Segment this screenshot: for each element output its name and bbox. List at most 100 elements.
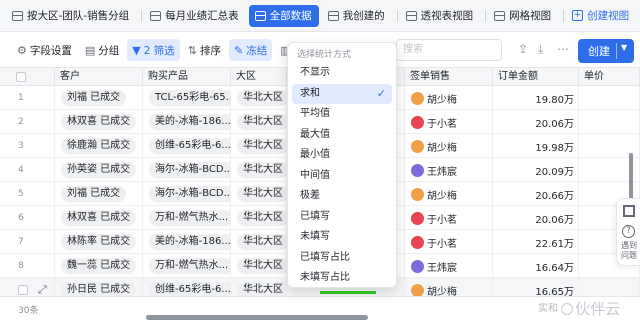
tab-view-4[interactable]: 透视表视图 bbox=[400, 5, 481, 27]
row-number[interactable]: 5 bbox=[0, 182, 55, 206]
menu-item[interactable]: 最大值 bbox=[292, 125, 392, 146]
search-input[interactable]: 搜索 bbox=[396, 39, 502, 61]
cell-sales[interactable]: 于小茗 bbox=[405, 110, 493, 134]
cell-amount[interactable]: 20.06万 bbox=[493, 206, 579, 230]
tab-view-5[interactable]: 网格视图 bbox=[488, 5, 558, 27]
download-icon[interactable]: ⤓ bbox=[538, 42, 543, 57]
cell-customer[interactable]: 林双喜 已成交 bbox=[55, 110, 143, 134]
cell-amount[interactable]: 20.09万 bbox=[493, 158, 579, 182]
cell-amount[interactable]: 16.64万 bbox=[493, 254, 579, 278]
col-header-product[interactable]: 购买产品 bbox=[143, 68, 231, 86]
more-icon[interactable]: ⋯ bbox=[557, 42, 569, 56]
menu-item[interactable]: 平均值 bbox=[292, 104, 392, 125]
row-number[interactable]: 3 bbox=[0, 134, 55, 158]
cell-sales[interactable]: 胡少梅 bbox=[405, 134, 493, 158]
tab-view-1[interactable]: 每月业绩汇总表 bbox=[144, 5, 246, 27]
region-tag: 华北大区 bbox=[237, 138, 286, 154]
sort-button[interactable]: ⇅ 排序 bbox=[183, 39, 226, 61]
menu-item[interactable]: 未填写占比 bbox=[292, 268, 392, 289]
cell-customer[interactable]: 徐鹿瀚 已成交 bbox=[55, 134, 143, 158]
cell-amount[interactable]: 20.06万 bbox=[493, 110, 579, 134]
qr-code-icon[interactable] bbox=[623, 205, 635, 217]
freeze-button[interactable]: ✎ 冻结 bbox=[229, 39, 273, 61]
cell-sales[interactable]: 于小茗 bbox=[405, 206, 493, 230]
region-tag: 华北大区 bbox=[237, 162, 286, 178]
cell-customer[interactable]: 刘福 已成交 bbox=[55, 182, 143, 206]
row-number[interactable]: 4 bbox=[0, 158, 55, 182]
cell-region[interactable]: 华北大区 bbox=[231, 254, 287, 278]
cell-product[interactable]: 美的-冰箱-186... bbox=[143, 230, 231, 254]
col-header-unit-price[interactable]: 单价 bbox=[579, 68, 640, 86]
avatar bbox=[411, 235, 424, 249]
menu-item[interactable]: 未填写 bbox=[292, 227, 392, 248]
cell-region[interactable]: 华北大区 bbox=[231, 230, 287, 254]
cell-amount[interactable]: 22.61万 bbox=[493, 230, 579, 254]
row-checkbox[interactable] bbox=[18, 285, 28, 295]
menu-item[interactable]: 已填写 bbox=[292, 207, 392, 228]
row-number-text: 2 bbox=[18, 117, 24, 127]
upload-icon[interactable]: ⇪ bbox=[518, 42, 528, 56]
cell-customer[interactable]: 林陈率 已成交 bbox=[55, 230, 143, 254]
sales-person: 胡少梅 bbox=[411, 91, 457, 106]
group-button[interactable]: ▤ 分组 bbox=[80, 39, 124, 61]
menu-item[interactable]: 极差 bbox=[292, 186, 392, 207]
row-number[interactable]: 6 bbox=[0, 206, 55, 230]
create-view-button[interactable]: + 创建视图 bbox=[566, 5, 636, 27]
cell-region[interactable]: 华北大区 bbox=[231, 86, 287, 110]
tab-view-0[interactable]: 按大区-团队-销售分组 bbox=[6, 5, 136, 27]
sales-person: 于小茗 bbox=[411, 211, 457, 226]
cell-price[interactable] bbox=[579, 110, 640, 134]
horizontal-scrollbar[interactable] bbox=[146, 315, 368, 320]
row-number[interactable]: 7 bbox=[0, 230, 55, 254]
tab-view-2[interactable]: 全部数据 bbox=[248, 4, 319, 27]
menu-item[interactable]: 求和 ✓ bbox=[292, 83, 392, 104]
cell-sales[interactable]: 王炜宸 bbox=[405, 254, 493, 278]
expand-row-icon[interactable]: ⤢ bbox=[38, 283, 47, 297]
help-icon[interactable]: ? bbox=[622, 225, 635, 238]
select-all-cell[interactable] bbox=[0, 68, 55, 86]
select-all-checkbox[interactable] bbox=[16, 72, 26, 82]
menu-item[interactable]: 已填写占比 bbox=[292, 248, 392, 269]
menu-item[interactable]: 中间值 bbox=[292, 166, 392, 187]
cell-customer[interactable]: 孙英姿 已成交 bbox=[55, 158, 143, 182]
cell-customer[interactable]: 林双喜 已成交 bbox=[55, 206, 143, 230]
cell-price[interactable] bbox=[579, 86, 640, 110]
cell-product[interactable]: TCL-65彩电-65... bbox=[143, 86, 231, 110]
cell-sales[interactable]: 胡少梅 bbox=[405, 86, 493, 110]
menu-item[interactable]: 最小值 bbox=[292, 145, 392, 166]
tab-view-3[interactable]: 我创建的 bbox=[322, 5, 392, 27]
cell-product[interactable]: 创维-65彩电-6... bbox=[143, 134, 231, 158]
filter-button[interactable]: ▼ 2 筛选 bbox=[127, 39, 180, 61]
cell-region[interactable]: 华北大区 bbox=[231, 110, 287, 134]
cell-sales[interactable]: 王炜宸 bbox=[405, 158, 493, 182]
cell-amount[interactable]: 19.98万 bbox=[493, 134, 579, 158]
cell-amount[interactable]: 19.80万 bbox=[493, 86, 579, 110]
cell-amount[interactable]: 20.66万 bbox=[493, 182, 579, 206]
create-button[interactable]: 创建 ▼ bbox=[578, 39, 634, 63]
field-settings-button[interactable]: ⚙ 字段设置 bbox=[12, 39, 77, 61]
cell-region[interactable]: 华北大区 bbox=[231, 206, 287, 230]
cell-product[interactable]: 海尔-冰箱-BCD... bbox=[143, 158, 231, 182]
cell-region[interactable]: 华北大区 bbox=[231, 134, 287, 158]
col-header-sales[interactable]: 签单销售 bbox=[405, 68, 493, 86]
cell-product[interactable]: 美的-冰箱-186... bbox=[143, 110, 231, 134]
col-header-customer[interactable]: 客户 bbox=[55, 68, 143, 86]
cell-region[interactable]: 华北大区 bbox=[231, 182, 287, 206]
cell-region[interactable]: 华北大区 bbox=[231, 158, 287, 182]
cell-customer[interactable]: 刘福 已成交 bbox=[55, 86, 143, 110]
cell-customer[interactable]: 魏一蕊 已成交 bbox=[55, 254, 143, 278]
cell-product[interactable]: 海尔-冰箱-BCD... bbox=[143, 182, 231, 206]
help-label[interactable]: 遇到问题 bbox=[619, 241, 639, 261]
cell-product[interactable]: 万和-燃气热水... bbox=[143, 206, 231, 230]
cell-sales[interactable]: 于小茗 bbox=[405, 230, 493, 254]
row-number[interactable]: 8 bbox=[0, 254, 55, 278]
menu-item[interactable]: 不显示 bbox=[292, 63, 392, 84]
col-header-region[interactable]: 大区 bbox=[231, 68, 287, 86]
col-header-amount[interactable]: 订单金额 bbox=[493, 68, 579, 86]
cell-product[interactable]: 万和-燃气热水... bbox=[143, 254, 231, 278]
cell-sales[interactable]: 胡少梅 bbox=[405, 182, 493, 206]
chevron-down-icon[interactable]: ▼ bbox=[621, 43, 627, 52]
row-number[interactable]: 2 bbox=[0, 110, 55, 134]
region-tag: 华北大区 bbox=[237, 114, 286, 130]
row-number[interactable]: 1 bbox=[0, 86, 55, 110]
